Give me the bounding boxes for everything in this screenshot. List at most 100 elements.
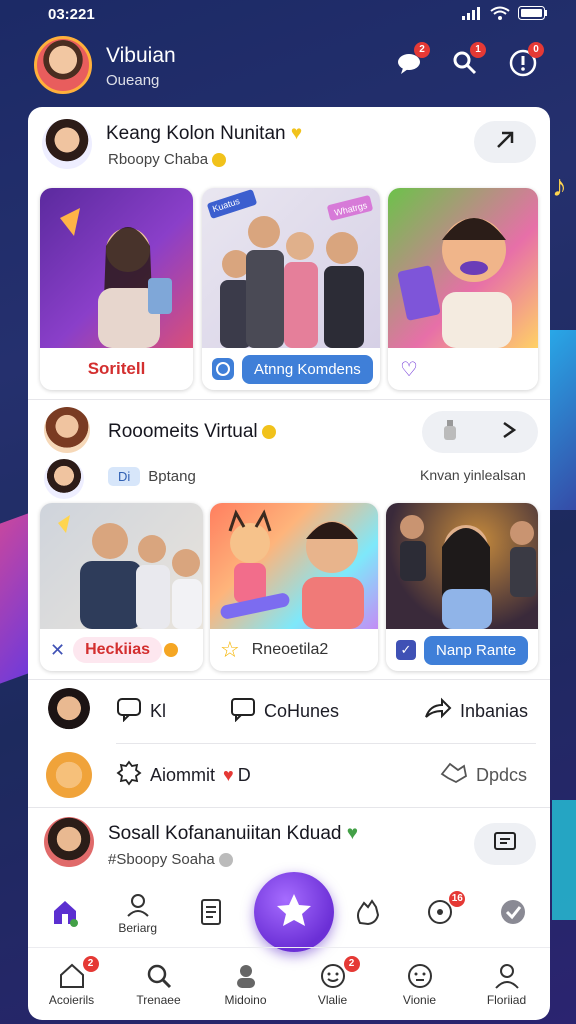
post3-header: Sosall Kofananuiitan Kduad ♥ #Sboopy Soa… xyxy=(28,809,550,877)
bottom-nav-search-label: Trenaee xyxy=(136,993,181,1007)
share-label: Inbanias xyxy=(460,700,529,721)
signal-icon xyxy=(462,6,482,24)
alerts-button[interactable]: 0 xyxy=(506,42,544,82)
bottle-icon[interactable] xyxy=(441,418,461,447)
bg-shape-right-bottom xyxy=(552,800,576,920)
post2-tile-1-label[interactable]: Heckiias xyxy=(73,637,163,663)
post3-avatar[interactable] xyxy=(44,817,94,867)
alerts-badge: 0 xyxy=(528,42,544,58)
post1-tile-2-footer: Atnng Komdens xyxy=(202,348,380,390)
user-subtitle: Oueang xyxy=(106,72,160,89)
user-icon xyxy=(493,962,521,993)
star-icon xyxy=(274,890,314,935)
post2-tile-2-label: Rneoetila2 xyxy=(251,641,329,658)
bottom-nav-people[interactable]: Midoino xyxy=(211,962,281,1007)
group-photo-image: Kuatus Whatrgs xyxy=(202,188,380,348)
smile-badge: 2 xyxy=(343,956,360,972)
post2-subtitle: Bptang xyxy=(148,468,196,485)
post2-chip[interactable]: Di xyxy=(108,467,141,486)
star-icon[interactable]: ☆ xyxy=(220,637,240,663)
nav-notifications[interactable]: 16 xyxy=(405,890,475,930)
verified-icon xyxy=(212,153,227,168)
messages-badge: 2 xyxy=(414,42,430,58)
like-button[interactable]: Kl xyxy=(116,696,166,727)
comment-suffix: D xyxy=(237,764,251,785)
action-avatar[interactable] xyxy=(46,688,92,734)
bottom-nav-user[interactable]: Floriiad xyxy=(472,962,542,1007)
post1-tile-1[interactable]: Soritell xyxy=(40,188,193,390)
share-button[interactable]: Inbanias xyxy=(424,697,528,726)
post2-location: Knvan yinlealsan xyxy=(420,467,526,483)
bottom-nav-home[interactable]: 2 Acoierils xyxy=(37,956,107,1007)
settings-icon xyxy=(498,897,528,930)
post1-tile-1-footer: Soritell xyxy=(40,348,193,390)
post2-actions xyxy=(422,411,538,453)
post1-tile-3[interactable]: ♡ xyxy=(388,188,538,390)
checkbox-icon[interactable]: ✓ xyxy=(396,640,416,660)
heart-outline-icon[interactable]: ♡ xyxy=(400,357,418,382)
bottom-nav-smile[interactable]: 2 Vlalie xyxy=(298,956,368,1007)
mascot-avatar[interactable] xyxy=(46,752,92,798)
search-button[interactable]: 1 xyxy=(448,42,486,82)
post3-message-button[interactable] xyxy=(474,823,536,865)
post1-tile-2[interactable]: Kuatus Whatrgs Atnng Komdens xyxy=(202,188,380,390)
bg-shape-right xyxy=(548,330,576,510)
post2-tile-1-footer: ✕ Heckiias xyxy=(40,629,203,671)
bottom-nav-search[interactable]: Trenaee xyxy=(124,962,194,1007)
post1-name-line: Keang Kolon Nunitan ♥ xyxy=(106,123,302,145)
action-row: Kl CoHunes Inbanias xyxy=(28,680,550,742)
post2-name: Rooomeits Virtual xyxy=(108,421,258,442)
bottom-nav-globe-label: Vionie xyxy=(402,993,437,1007)
bottom-nav-home-label: Acoierils xyxy=(48,993,95,1007)
home-badge: 2 xyxy=(82,956,99,972)
comment-button[interactable]: CoHunes xyxy=(230,696,339,727)
profile-icon xyxy=(125,892,151,921)
post1-tile-2-label[interactable]: Atnng Komdens xyxy=(242,354,373,384)
nav-profile[interactable]: Beriarg xyxy=(103,892,173,935)
create-post-button[interactable] xyxy=(254,872,334,952)
nav-profile-label: Beriarg xyxy=(118,920,158,935)
character-photo-image xyxy=(388,188,538,348)
animated-photo-image xyxy=(210,503,378,629)
bottom-nav-globe[interactable]: Vionie xyxy=(385,962,455,1007)
verified-icon xyxy=(218,853,233,868)
comment-text: Aiommit xyxy=(150,764,216,785)
updates-label: Dpdcs xyxy=(476,764,528,785)
post1-subtitle-line: Rboopy Chaba xyxy=(108,151,227,168)
photo-image xyxy=(40,188,193,348)
post1-tile-1-label: Soritell xyxy=(87,359,146,378)
party-photo-image xyxy=(386,503,538,629)
wifi-icon xyxy=(490,6,510,24)
comment-icon xyxy=(230,696,256,727)
arrow-up-right-icon xyxy=(494,129,516,156)
battery-icon xyxy=(518,6,548,24)
messages-button[interactable]: 2 xyxy=(392,42,430,82)
post2-tile-3-label[interactable]: Nanp Rante xyxy=(424,635,529,665)
post2-avatar-secondary[interactable] xyxy=(44,459,84,499)
people-icon xyxy=(232,962,260,993)
post2-tile-3[interactable]: ✓ Nanp Rante xyxy=(386,503,538,671)
post2-avatar[interactable] xyxy=(44,407,90,453)
post2-tile-1[interactable]: ✕ Heckiias xyxy=(40,503,203,671)
bottom-nav-people-label: Midoino xyxy=(224,993,267,1007)
nav-hand[interactable] xyxy=(332,897,402,930)
updates-button[interactable]: Dpdcs xyxy=(438,760,527,791)
nav-settings[interactable] xyxy=(478,897,548,930)
nav-music[interactable] xyxy=(176,897,246,930)
status-time: 03:221 xyxy=(48,6,95,23)
message-icon xyxy=(493,831,517,858)
bottom-nav-user-label: Floriiad xyxy=(486,993,527,1007)
nav-home[interactable] xyxy=(30,897,100,930)
post2-tile-2[interactable]: ☆ Rneoetila2 xyxy=(210,503,378,671)
post1-share-button[interactable] xyxy=(474,121,536,163)
heart-icon: ♥ xyxy=(290,123,303,144)
search-icon xyxy=(145,962,173,993)
share-arrow-icon xyxy=(424,697,452,726)
post1-avatar[interactable] xyxy=(42,119,92,169)
comment-entry[interactable]: Aiommit ♥ D xyxy=(116,760,251,791)
post1-tile-3-footer: ♡ xyxy=(388,348,538,390)
heart-icon: ♥ xyxy=(223,764,234,785)
forward-icon[interactable] xyxy=(498,419,520,446)
divider xyxy=(28,807,550,808)
user-avatar[interactable] xyxy=(34,36,92,94)
